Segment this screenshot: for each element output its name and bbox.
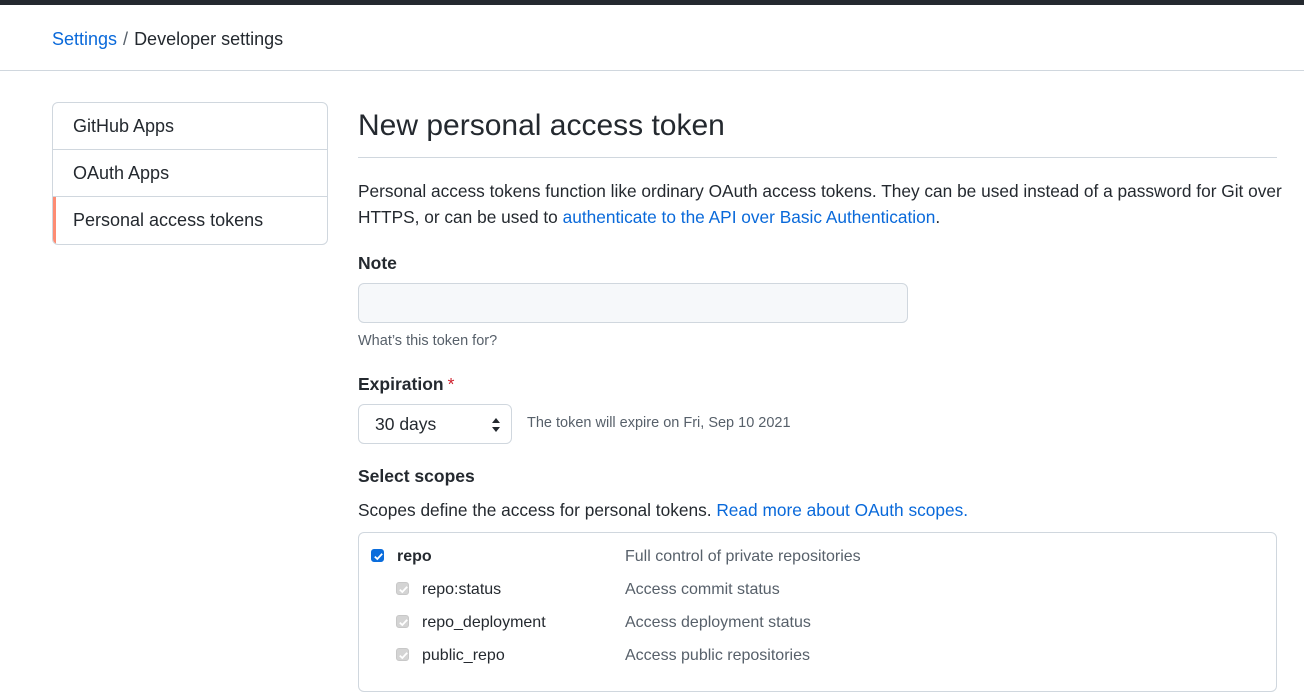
basic-auth-link[interactable]: authenticate to the API over Basic Authe… bbox=[563, 207, 936, 227]
scopes-box: repo Full control of private repositorie… bbox=[358, 532, 1277, 692]
expiration-label-text: Expiration bbox=[358, 374, 444, 394]
scope-public-repo-desc: Access public repositories bbox=[625, 647, 810, 664]
breadcrumb: Settings / Developer settings bbox=[52, 27, 283, 51]
scope-row-public-repo: public_repo Access public repositories bbox=[359, 642, 1276, 670]
sidebar-item-oauth-apps[interactable]: OAuth Apps bbox=[53, 150, 327, 197]
intro-end: . bbox=[935, 207, 941, 227]
page-header: Settings / Developer settings bbox=[0, 5, 1304, 71]
checkmark-icon bbox=[399, 619, 408, 627]
page-title: New personal access token bbox=[358, 102, 1277, 158]
note-hint: What’s this token for? bbox=[358, 333, 498, 349]
developer-settings-sidebar: GitHub Apps OAuth Apps Personal access t… bbox=[52, 102, 328, 245]
expiration-note: The token will expire on Fri, Sep 10 202… bbox=[527, 415, 791, 431]
required-asterisk: * bbox=[447, 374, 455, 394]
breadcrumb-settings-link[interactable]: Settings bbox=[52, 29, 117, 49]
main-content: New personal access token Personal acces… bbox=[358, 102, 1282, 692]
note-input[interactable] bbox=[358, 283, 908, 323]
checkmark-icon bbox=[374, 553, 383, 561]
intro-paragraph: Personal access tokens function like ord… bbox=[358, 178, 1288, 230]
scope-row-repo-status: repo:status Access commit status bbox=[359, 576, 1276, 604]
oauth-scopes-link[interactable]: Read more about OAuth scopes. bbox=[716, 500, 968, 520]
scope-repo-name: repo bbox=[397, 548, 432, 565]
scope-repo-deployment-name: repo_deployment bbox=[422, 614, 546, 631]
scope-repo-desc: Full control of private repositories bbox=[625, 548, 861, 565]
scopes-desc-text: Scopes define the access for personal to… bbox=[358, 500, 717, 520]
note-label: Note bbox=[358, 253, 397, 273]
scope-row-repo: repo Full control of private repositorie… bbox=[359, 543, 1276, 571]
scope-public-repo-name: public_repo bbox=[422, 647, 505, 664]
expiration-label: Expiration * bbox=[358, 372, 1277, 396]
sidebar-item-github-apps[interactable]: GitHub Apps bbox=[53, 103, 327, 150]
scopes-label: Select scopes bbox=[358, 466, 475, 486]
expiration-selected-value: 30 days bbox=[375, 414, 437, 434]
scopes-description: Scopes define the access for personal to… bbox=[358, 498, 1277, 522]
checkmark-icon bbox=[399, 586, 408, 594]
scope-row-repo-deployment: repo_deployment Access deployment status bbox=[359, 609, 1276, 637]
breadcrumb-separator: / bbox=[123, 29, 129, 49]
checkmark-icon bbox=[399, 652, 408, 660]
select-arrows-icon bbox=[492, 418, 500, 432]
scope-repo-checkbox[interactable] bbox=[371, 549, 384, 562]
scope-repo-status-desc: Access commit status bbox=[625, 581, 780, 598]
scope-repo-status-name: repo:status bbox=[422, 581, 502, 598]
scope-repo-status-checkbox[interactable] bbox=[396, 582, 409, 595]
scope-repo-deployment-desc: Access deployment status bbox=[625, 614, 811, 631]
breadcrumb-current: Developer settings bbox=[134, 29, 284, 49]
sidebar-item-personal-access-tokens[interactable]: Personal access tokens bbox=[53, 197, 327, 244]
expiration-select[interactable]: 30 days bbox=[358, 404, 512, 444]
expiration-row: 30 days The token will expire on Fri, Se… bbox=[358, 404, 1277, 444]
scope-repo-deployment-checkbox[interactable] bbox=[396, 615, 409, 628]
